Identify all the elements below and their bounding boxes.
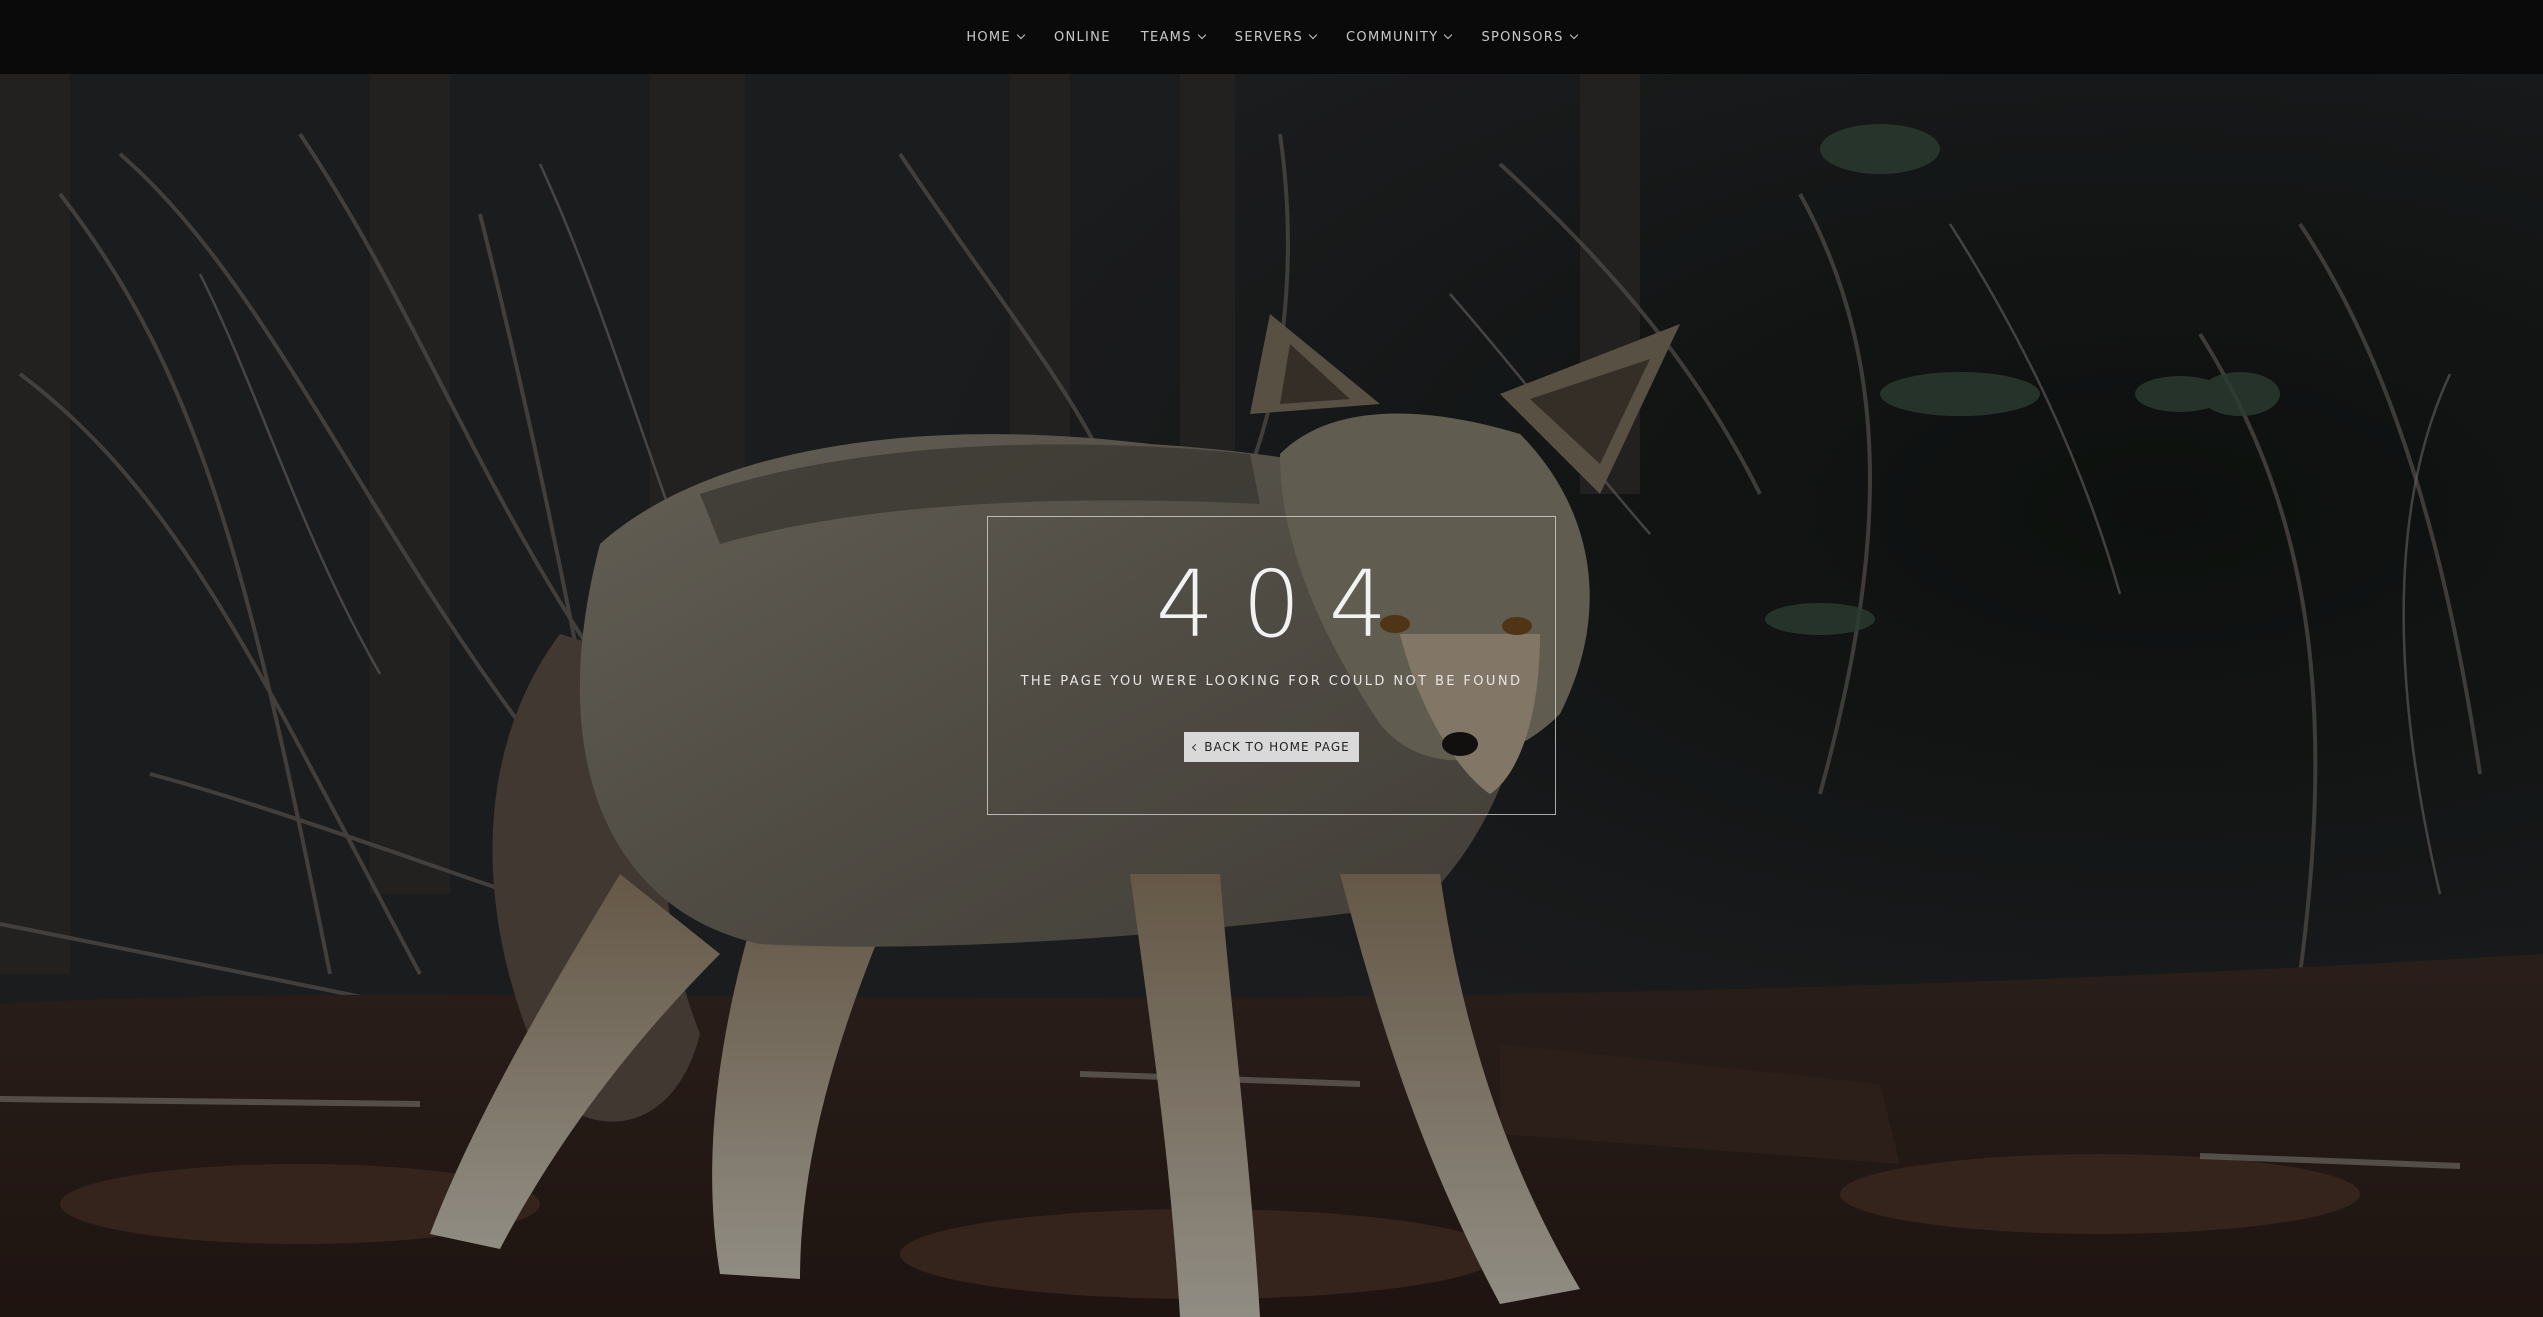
nav-item-label: COMMUNITY <box>1346 29 1439 45</box>
error-page: HOME ONLINE TEAMS SERVERS COMMUNITY SPON… <box>0 0 2543 1317</box>
chevron-down-icon <box>1569 30 1578 40</box>
chevron-down-icon <box>1197 30 1207 40</box>
nav-item-label: HOME <box>966 29 1011 45</box>
chevron-down-icon <box>1016 30 1026 40</box>
top-navbar: HOME ONLINE TEAMS SERVERS COMMUNITY SPON… <box>0 0 2543 74</box>
nav-item-teams[interactable]: TEAMS <box>1126 0 1220 74</box>
error-code: 404 <box>1155 551 1416 658</box>
chevron-left-icon <box>1192 743 1200 751</box>
nav-item-label: SPONSORS <box>1481 29 1564 45</box>
nav-item-sponsors[interactable]: SPONSORS <box>1466 0 1591 74</box>
chevron-down-icon <box>1444 30 1453 40</box>
error-message: THE PAGE YOU WERE LOOKING FOR COULD NOT … <box>1020 674 1523 689</box>
nav-item-online[interactable]: ONLINE <box>1039 0 1126 74</box>
nav-item-label: SERVERS <box>1234 29 1304 45</box>
error-panel: 404 THE PAGE YOU WERE LOOKING FOR COULD … <box>987 516 1556 815</box>
nav-item-servers[interactable]: SERVERS <box>1220 0 1331 74</box>
nav-item-label: TEAMS <box>1140 29 1192 45</box>
nav-item-home[interactable]: HOME <box>951 0 1039 74</box>
chevron-down-icon <box>1308 30 1318 40</box>
nav-item-label: ONLINE <box>1053 29 1111 45</box>
nav-item-community[interactable]: COMMUNITY <box>1331 0 1466 74</box>
main-nav-menu: HOME ONLINE TEAMS SERVERS COMMUNITY SPON… <box>0 0 2543 74</box>
back-to-home-button[interactable]: BACK TO HOME PAGE <box>1184 732 1359 762</box>
back-button-label: BACK TO HOME PAGE <box>1204 740 1350 754</box>
